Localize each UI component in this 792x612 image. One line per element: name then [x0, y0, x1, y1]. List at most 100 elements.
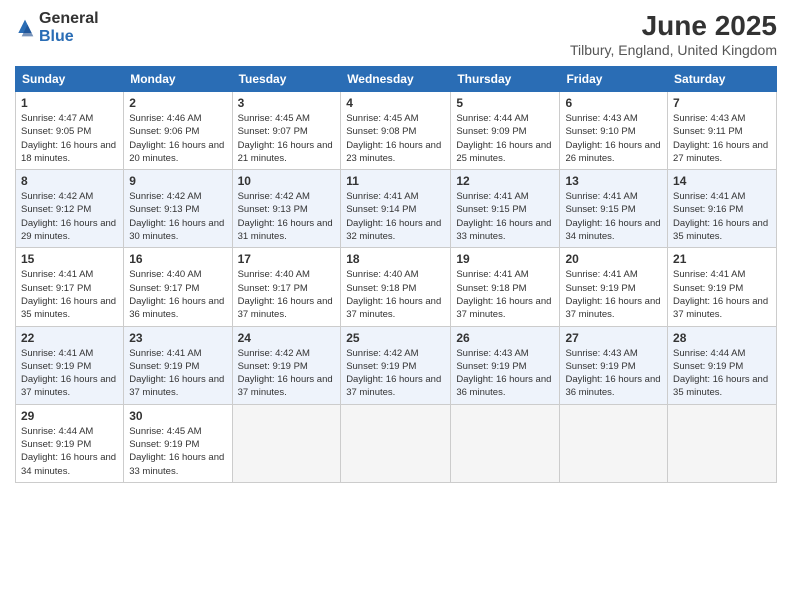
table-row: 1 Sunrise: 4:47 AM Sunset: 9:05 PM Daylig… — [16, 92, 124, 170]
day-info: Sunrise: 4:43 AM Sunset: 9:19 PM Dayligh… — [565, 347, 662, 400]
table-row: 16 Sunrise: 4:40 AM Sunset: 9:17 PM Dayli… — [124, 248, 232, 326]
table-row: 9Sunrise: 4:42 AM Sunset: 9:13 PM Daylig… — [124, 170, 232, 248]
day-number: 5 — [456, 96, 554, 110]
day-info: Sunrise: 4:40 AM Sunset: 9:17 PM Dayligh… — [129, 268, 226, 321]
header: General Blue June 2025 Tilbury, England,… — [15, 10, 777, 58]
table-row: 21 Sunrise: 4:41 AM Sunset: 9:19 PM Dayli… — [668, 248, 777, 326]
location: Tilbury, England, United Kingdom — [570, 42, 777, 58]
day-info: Sunrise: 4:42 AM Sunset: 9:19 PM Dayligh… — [238, 347, 336, 400]
day-number: 2 — [129, 96, 226, 110]
day-info: Sunrise: 4:42 AM Sunset: 9:12 PM Dayligh… — [21, 190, 118, 243]
col-wednesday: Wednesday — [341, 67, 451, 92]
day-number: 7 — [673, 96, 771, 110]
month-year: June 2025 — [570, 10, 777, 42]
day-number: 3 — [238, 96, 336, 110]
day-number: 22 — [21, 331, 118, 345]
day-number: 14 — [673, 174, 771, 188]
day-number: 20 — [565, 252, 662, 266]
day-number: 6 — [565, 96, 662, 110]
title-block: June 2025 Tilbury, England, United Kingd… — [570, 10, 777, 58]
day-number: 27 — [565, 331, 662, 345]
table-row: 12 Sunrise: 4:41 AM Sunset: 9:15 PM Dayli… — [451, 170, 560, 248]
logo-general: General — [39, 10, 99, 27]
day-number: 26 — [456, 331, 554, 345]
table-row — [451, 404, 560, 482]
day-number: 19 — [456, 252, 554, 266]
day-info: Sunrise: 4:41 AM Sunset: 9:17 PM Dayligh… — [21, 268, 118, 321]
table-row — [668, 404, 777, 482]
day-info: Sunrise: 4:41 AM Sunset: 9:14 PM Dayligh… — [346, 190, 445, 243]
day-info: Sunrise: 4:41 AM Sunset: 9:19 PM Dayligh… — [565, 268, 662, 321]
col-sunday: Sunday — [16, 67, 124, 92]
col-friday: Friday — [560, 67, 668, 92]
day-number: 11 — [346, 174, 445, 188]
table-row: 25Sunrise: 4:42 AM Sunset: 9:19 PM Dayli… — [341, 326, 451, 404]
table-row: 26Sunrise: 4:43 AM Sunset: 9:19 PM Dayli… — [451, 326, 560, 404]
day-number: 1 — [21, 96, 118, 110]
table-row: 6 Sunrise: 4:43 AM Sunset: 9:10 PM Daylig… — [560, 92, 668, 170]
col-tuesday: Tuesday — [232, 67, 341, 92]
col-thursday: Thursday — [451, 67, 560, 92]
table-row: 24 Sunrise: 4:42 AM Sunset: 9:19 PM Dayli… — [232, 326, 341, 404]
day-info: Sunrise: 4:45 AM Sunset: 9:07 PM Dayligh… — [238, 112, 336, 165]
table-row: 28Sunrise: 4:44 AM Sunset: 9:19 PM Dayli… — [668, 326, 777, 404]
logo: General Blue — [15, 10, 99, 46]
table-row: 4 Sunrise: 4:45 AM Sunset: 9:08 PM Daylig… — [341, 92, 451, 170]
day-info: Sunrise: 4:43 AM Sunset: 9:10 PM Dayligh… — [565, 112, 662, 165]
calendar-week-row: 29Sunrise: 4:44 AM Sunset: 9:19 PM Dayli… — [16, 404, 777, 482]
logo-blue: Blue — [39, 28, 74, 45]
day-number: 4 — [346, 96, 445, 110]
logo-icon — [15, 18, 35, 38]
calendar-week-row: 22 Sunrise: 4:41 AM Sunset: 9:19 PM Dayli… — [16, 326, 777, 404]
table-row: 14Sunrise: 4:41 AM Sunset: 9:16 PM Dayli… — [668, 170, 777, 248]
table-row: 27 Sunrise: 4:43 AM Sunset: 9:19 PM Dayli… — [560, 326, 668, 404]
day-number: 13 — [565, 174, 662, 188]
day-number: 12 — [456, 174, 554, 188]
calendar-week-row: 15 Sunrise: 4:41 AM Sunset: 9:17 PM Dayli… — [16, 248, 777, 326]
table-row: 8Sunrise: 4:42 AM Sunset: 9:12 PM Daylig… — [16, 170, 124, 248]
day-info: Sunrise: 4:45 AM Sunset: 9:08 PM Dayligh… — [346, 112, 445, 165]
day-number: 15 — [21, 252, 118, 266]
logo-text: General Blue — [39, 10, 99, 46]
day-info: Sunrise: 4:43 AM Sunset: 9:11 PM Dayligh… — [673, 112, 771, 165]
table-row: 18Sunrise: 4:40 AM Sunset: 9:18 PM Dayli… — [341, 248, 451, 326]
table-row — [232, 404, 341, 482]
table-row: 13 Sunrise: 4:41 AM Sunset: 9:15 PM Dayli… — [560, 170, 668, 248]
day-number: 29 — [21, 409, 118, 423]
table-row: 19Sunrise: 4:41 AM Sunset: 9:18 PM Dayli… — [451, 248, 560, 326]
table-row: 7 Sunrise: 4:43 AM Sunset: 9:11 PM Daylig… — [668, 92, 777, 170]
table-row — [341, 404, 451, 482]
day-info: Sunrise: 4:41 AM Sunset: 9:15 PM Dayligh… — [565, 190, 662, 243]
calendar-week-row: 1 Sunrise: 4:47 AM Sunset: 9:05 PM Daylig… — [16, 92, 777, 170]
day-number: 18 — [346, 252, 445, 266]
table-row: 22 Sunrise: 4:41 AM Sunset: 9:19 PM Dayli… — [16, 326, 124, 404]
day-number: 17 — [238, 252, 336, 266]
table-row: 15 Sunrise: 4:41 AM Sunset: 9:17 PM Dayli… — [16, 248, 124, 326]
day-info: Sunrise: 4:40 AM Sunset: 9:17 PM Dayligh… — [238, 268, 336, 321]
table-row: 2 Sunrise: 4:46 AM Sunset: 9:06 PM Daylig… — [124, 92, 232, 170]
day-info: Sunrise: 4:45 AM Sunset: 9:19 PM Dayligh… — [129, 425, 226, 478]
day-info: Sunrise: 4:41 AM Sunset: 9:19 PM Dayligh… — [673, 268, 771, 321]
day-number: 28 — [673, 331, 771, 345]
table-row — [560, 404, 668, 482]
day-info: Sunrise: 4:42 AM Sunset: 9:13 PM Dayligh… — [129, 190, 226, 243]
table-row: 29Sunrise: 4:44 AM Sunset: 9:19 PM Dayli… — [16, 404, 124, 482]
day-info: Sunrise: 4:41 AM Sunset: 9:19 PM Dayligh… — [21, 347, 118, 400]
table-row: 23Sunrise: 4:41 AM Sunset: 9:19 PM Dayli… — [124, 326, 232, 404]
table-row: 3 Sunrise: 4:45 AM Sunset: 9:07 PM Daylig… — [232, 92, 341, 170]
day-number: 30 — [129, 409, 226, 423]
day-info: Sunrise: 4:46 AM Sunset: 9:06 PM Dayligh… — [129, 112, 226, 165]
day-number: 23 — [129, 331, 226, 345]
day-number: 21 — [673, 252, 771, 266]
table-row: 5 Sunrise: 4:44 AM Sunset: 9:09 PM Daylig… — [451, 92, 560, 170]
day-info: Sunrise: 4:47 AM Sunset: 9:05 PM Dayligh… — [21, 112, 118, 165]
table-row: 20 Sunrise: 4:41 AM Sunset: 9:19 PM Dayli… — [560, 248, 668, 326]
calendar-header-row: Sunday Monday Tuesday Wednesday Thursday… — [16, 67, 777, 92]
table-row: 10Sunrise: 4:42 AM Sunset: 9:13 PM Dayli… — [232, 170, 341, 248]
day-info: Sunrise: 4:41 AM Sunset: 9:15 PM Dayligh… — [456, 190, 554, 243]
day-info: Sunrise: 4:44 AM Sunset: 9:09 PM Dayligh… — [456, 112, 554, 165]
day-number: 24 — [238, 331, 336, 345]
table-row: 11 Sunrise: 4:41 AM Sunset: 9:14 PM Dayli… — [341, 170, 451, 248]
day-number: 16 — [129, 252, 226, 266]
col-monday: Monday — [124, 67, 232, 92]
